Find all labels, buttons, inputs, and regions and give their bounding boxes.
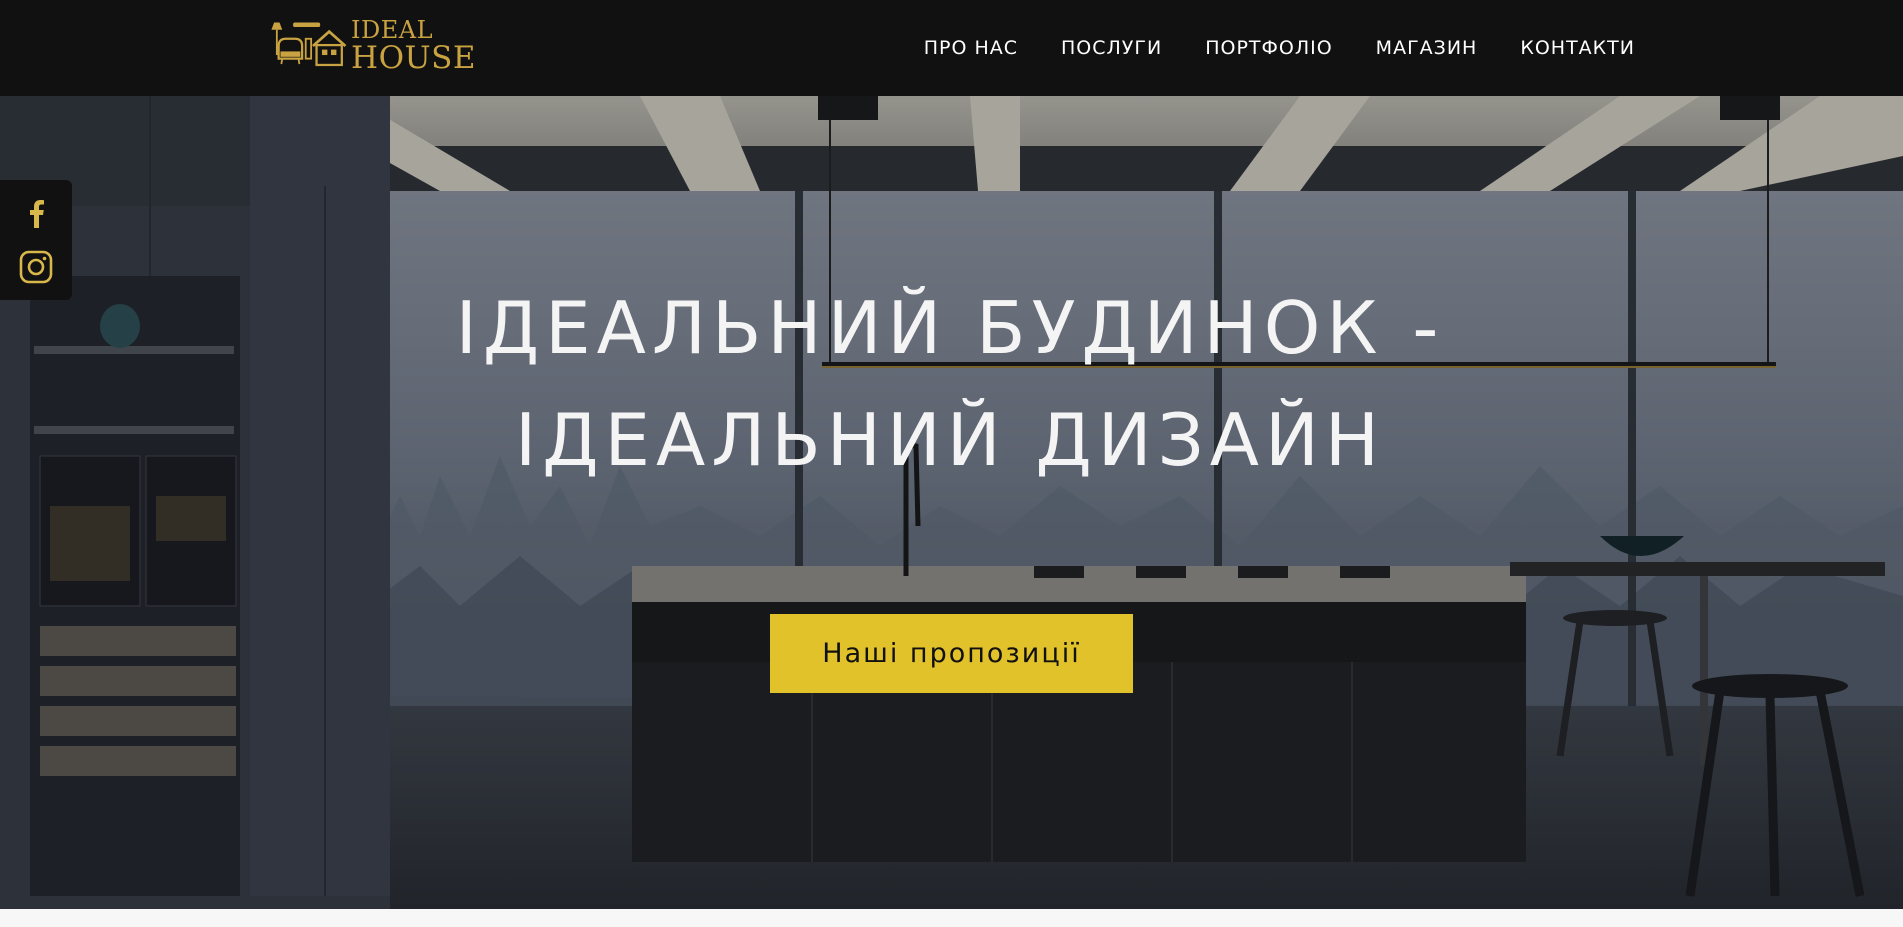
hero-section: ІДЕАЛЬНИЙ БУДИНОК - ІДЕАЛЬНИЙ ДИЗАЙН Наш…: [0, 96, 1903, 909]
site-header: IDEAL HOUSE ПРО НАС ПОСЛУГИ ПОРТФОЛІО МА…: [0, 0, 1903, 96]
house-logo-icon: [271, 22, 347, 67]
brand-logo[interactable]: IDEAL HOUSE: [266, 16, 476, 76]
next-section-edge: [0, 909, 1903, 927]
nav-item-shop[interactable]: МАГАЗИН: [1376, 37, 1478, 59]
nav-item-contacts[interactable]: КОНТАКТИ: [1520, 37, 1635, 59]
main-nav: ПРО НАС ПОСЛУГИ ПОРТФОЛІО МАГАЗИН КОНТАК…: [924, 0, 1635, 96]
nav-item-services[interactable]: ПОСЛУГИ: [1061, 37, 1162, 59]
brand-name: IDEAL HOUSE: [351, 18, 476, 74]
nav-item-about[interactable]: ПРО НАС: [924, 37, 1018, 59]
brand-name-line2: HOUSE: [351, 40, 476, 76]
hero-title-line2: ІДЕАЛЬНИЙ ДИЗАЙН: [514, 398, 1386, 482]
instagram-icon[interactable]: [16, 247, 56, 287]
hero-background-image: [0, 96, 1903, 909]
hero-title: ІДЕАЛЬНИЙ БУДИНОК - ІДЕАЛЬНИЙ ДИЗАЙН: [330, 272, 1570, 496]
nav-item-portfolio[interactable]: ПОРТФОЛІО: [1205, 37, 1332, 59]
facebook-icon[interactable]: [16, 193, 56, 233]
offers-button[interactable]: Наші пропозиції: [770, 614, 1133, 693]
hero-title-line1: ІДЕАЛЬНИЙ БУДИНОК -: [455, 286, 1445, 370]
social-sidebar: [0, 180, 72, 300]
brand-name-line1: IDEAL: [351, 16, 434, 44]
